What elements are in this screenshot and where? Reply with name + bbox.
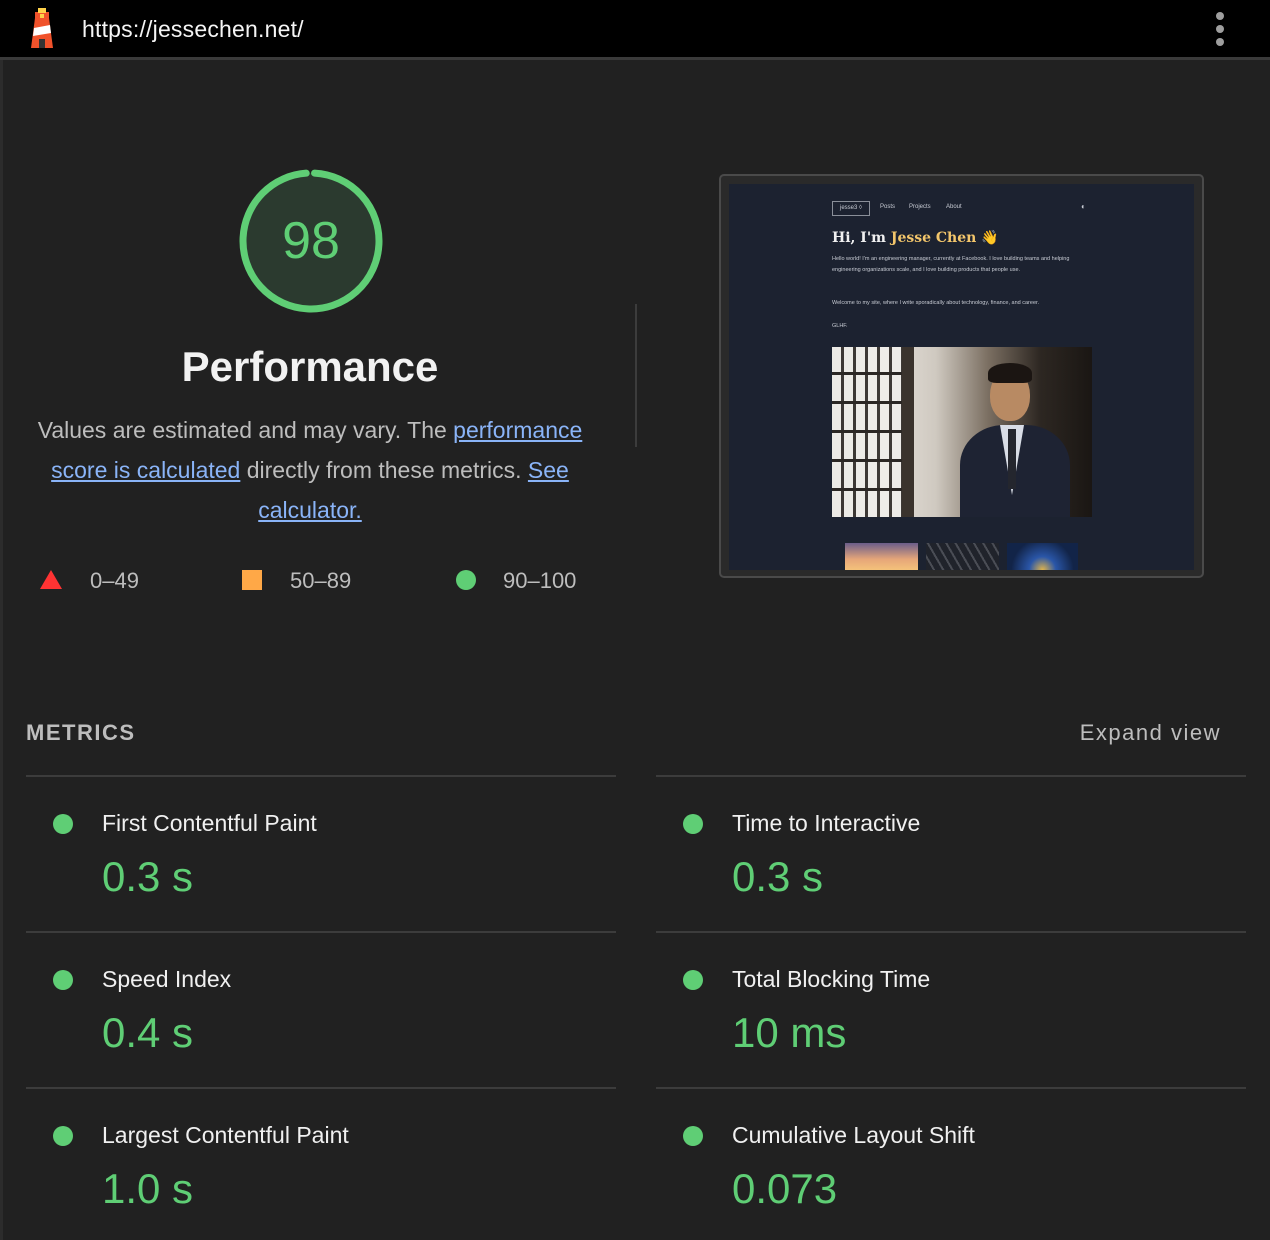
metric-largest-contentful-paint: Largest Contentful Paint 1.0 s [26,1089,616,1219]
metric-value: 1.0 s [102,1165,194,1212]
legend-fail: 0–49 [40,566,180,596]
site-logo: jesse3 ◊ [832,201,870,216]
metric-label: Largest Contentful Paint [102,1122,349,1148]
metric-value: 0.4 s [102,1009,194,1056]
vertical-ellipsis-icon[interactable] [1210,12,1230,48]
metric-label: Cumulative Layout Shift [732,1122,975,1148]
top-bar: https://jessechen.net/ [0,0,1270,60]
wave-emoji: 👋 [981,230,999,246]
pass-circle-icon [683,970,703,990]
pass-circle-icon [683,814,703,834]
metric-total-blocking-time: Total Blocking Time 10 ms [656,933,1246,1063]
metric-value: 0.3 s [732,853,824,900]
site-nav-about: About [946,204,962,210]
metric-value: 10 ms [732,1009,847,1056]
site-welcome: Welcome to my site, where I write sporad… [832,300,1040,306]
metric-value: 0.3 s [102,853,194,900]
site-greeting: Hi, I'm Jesse Chen 👋 [832,230,999,246]
pass-circle-icon [53,814,73,834]
performance-gauge: 98 [236,166,386,316]
site-nav-posts: Posts [880,204,896,210]
square-icon [242,570,262,590]
metric-value: 0.073 [732,1165,838,1212]
lighthouse-icon [31,8,53,48]
screenshot-page: jesse3 ◊ Posts Projects About ◐ Hi, I'm … [729,184,1194,570]
site-intro: Hello world! I'm an engineering manager,… [832,256,1070,273]
performance-score: 98 [282,212,340,270]
pass-circle-icon [53,970,73,990]
site-signoff: GLHF. [832,323,848,329]
metric-cumulative-layout-shift: Cumulative Layout Shift 0.073 [656,1089,1246,1219]
category-title: Performance [181,343,439,390]
legend-label: 50–89 [290,568,352,593]
pass-circle-icon [683,1126,703,1146]
post-thumbnail [1007,543,1078,570]
profile-photo [832,347,1092,517]
page-url: https://jessechen.net/ [82,16,304,42]
metric-first-contentful-paint: First Contentful Paint 0.3 s [26,777,616,907]
metric-label: Total Blocking Time [732,966,931,992]
post-thumbnail [926,543,999,570]
legend-label: 90–100 [503,568,577,593]
final-screenshot[interactable]: jesse3 ◊ Posts Projects About ◐ Hi, I'm … [719,174,1204,578]
post-thumbnail [845,543,918,570]
metrics-header: METRICS [26,720,136,745]
theme-toggle-icon: ◐ [1081,202,1086,211]
frame-border [0,60,3,1240]
triangle-icon [40,570,62,589]
metric-label: Time to Interactive [732,810,921,836]
metric-label: Speed Index [102,966,232,992]
metric-speed-index: Speed Index 0.4 s [26,933,616,1063]
legend-label: 0–49 [90,568,139,593]
greeting-name: Jesse Chen [890,230,977,246]
legend-average: 50–89 [242,566,382,596]
pass-circle-icon [53,1126,73,1146]
expand-view-toggle[interactable]: Expand view [1000,720,1221,746]
description-text: Values are estimated and may vary. The [37,417,454,443]
metric-label: First Contentful Paint [102,810,317,836]
circle-icon [456,570,476,590]
metric-time-to-interactive: Time to Interactive 0.3 s [656,777,1246,907]
category-description: Values are estimated and may vary. The p… [20,410,600,530]
legend-pass: 90–100 [456,566,616,596]
divider [635,304,637,447]
description-text: directly from these metrics. [240,457,528,483]
greeting-prefix: Hi, I'm [832,230,891,246]
site-nav-projects: Projects [909,204,931,210]
